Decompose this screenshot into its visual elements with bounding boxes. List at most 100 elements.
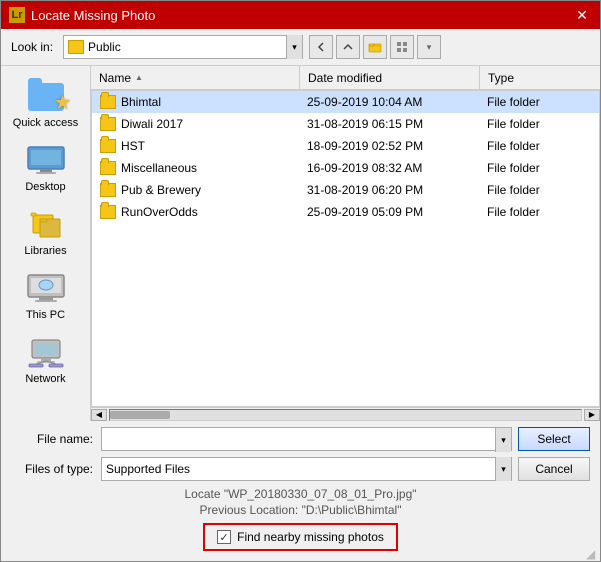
scroll-left-button[interactable]: ◀ — [91, 409, 107, 421]
file-name-cell: HST — [92, 135, 299, 156]
horizontal-scrollbar[interactable]: ◀ ▶ — [91, 407, 600, 421]
look-in-select[interactable]: Public ▾ — [63, 35, 303, 59]
table-row[interactable]: Diwali 2017 31-08-2019 06:15 PM File fol… — [92, 113, 599, 135]
folder-file-icon — [100, 205, 116, 219]
file-name-dropdown-arrow[interactable]: ▾ — [495, 428, 511, 452]
file-date-cell: 31-08-2019 06:15 PM — [299, 113, 479, 134]
new-folder-button[interactable] — [363, 35, 387, 59]
files-type-row: Files of type: Supported Files ▾ Cancel — [11, 457, 590, 481]
network-label: Network — [25, 373, 65, 385]
app-icon: Lr — [9, 7, 25, 23]
file-type-cell: File folder — [479, 135, 599, 156]
desktop-icon — [26, 143, 66, 179]
sidebar-item-libraries[interactable]: Libraries — [6, 202, 86, 262]
this-pc-icon — [26, 271, 66, 307]
file-name-cell: RunOverOdds — [92, 201, 299, 222]
table-row[interactable]: Bhimtal 25-09-2019 10:04 AM File folder — [92, 91, 599, 113]
network-icon — [26, 335, 66, 371]
file-date-cell: 16-09-2019 08:32 AM — [299, 157, 479, 178]
column-type[interactable]: Type — [480, 66, 600, 89]
file-name-input-container[interactable]: ▾ — [101, 427, 512, 451]
locate-missing-photo-dialog: Lr Locate Missing Photo ✕ Look in: Publi… — [0, 0, 601, 562]
file-name-row: File name: ▾ Select — [11, 427, 590, 451]
table-row[interactable]: Pub & Brewery 31-08-2019 06:20 PM File f… — [92, 179, 599, 201]
files-type-value: Supported Files — [102, 462, 495, 476]
files-type-label: Files of type: — [11, 462, 101, 476]
dialog-title: Locate Missing Photo — [31, 8, 572, 23]
libraries-label: Libraries — [24, 245, 66, 257]
file-name-cell: Diwali 2017 — [92, 113, 299, 134]
this-pc-svg — [27, 274, 65, 304]
this-pc-label: This PC — [26, 309, 65, 321]
file-type-cell: File folder — [479, 179, 599, 200]
files-type-select-container[interactable]: Supported Files ▾ — [101, 457, 512, 481]
libraries-svg — [27, 209, 65, 241]
file-list[interactable]: Bhimtal 25-09-2019 10:04 AM File folder … — [91, 90, 600, 407]
extra-button[interactable]: ▾ — [417, 35, 441, 59]
cancel-button[interactable]: Cancel — [518, 457, 590, 481]
sidebar-item-desktop[interactable]: Desktop — [6, 138, 86, 198]
locate-text: Locate "WP_20180330_07_08_01_Pro.jpg" — [11, 487, 590, 501]
back-button[interactable] — [309, 35, 333, 59]
look-in-label: Look in: — [11, 40, 53, 54]
look-in-dropdown-arrow[interactable]: ▾ — [286, 35, 302, 59]
desktop-svg — [27, 146, 65, 176]
sidebar-item-network[interactable]: Network — [6, 330, 86, 390]
file-type-cell: File folder — [479, 91, 599, 112]
file-name-cell: Bhimtal — [92, 91, 299, 112]
close-button[interactable]: ✕ — [572, 5, 592, 25]
scroll-right-button[interactable]: ▶ — [584, 409, 600, 421]
select-button[interactable]: Select — [518, 427, 590, 451]
quick-access-icon: ★ — [26, 79, 66, 115]
prev-location-text: Previous Location: "D:\Public\Bhimtal" — [11, 503, 590, 517]
folder-icon — [68, 40, 84, 54]
files-type-input-wrap: Supported Files ▾ Cancel — [101, 457, 590, 481]
file-name-cell: Pub & Brewery — [92, 179, 299, 200]
sidebar-item-this-pc[interactable]: This PC — [6, 266, 86, 326]
scrollbar-thumb[interactable] — [110, 411, 170, 419]
title-bar: Lr Locate Missing Photo ✕ — [1, 1, 600, 29]
folder-file-icon — [100, 117, 116, 131]
file-type-cell: File folder — [479, 201, 599, 222]
file-date-cell: 18-09-2019 02:52 PM — [299, 135, 479, 156]
table-row[interactable]: HST 18-09-2019 02:52 PM File folder — [92, 135, 599, 157]
quick-access-label: Quick access — [13, 117, 78, 129]
main-area: ★ Quick access Desktop — [1, 65, 600, 421]
libraries-icon — [26, 207, 66, 243]
views-button[interactable] — [390, 35, 414, 59]
file-name-input-wrap: ▾ Select — [101, 427, 590, 451]
file-date-cell: 31-08-2019 06:20 PM — [299, 179, 479, 200]
file-area: Name ▲ Date modified Type Bhimtal 25-0 — [91, 66, 600, 421]
table-row[interactable]: RunOverOdds 25-09-2019 05:09 PM File fol… — [92, 201, 599, 223]
sort-arrow: ▲ — [135, 73, 143, 82]
network-svg — [27, 338, 65, 368]
resize-handle[interactable]: ◢ — [586, 547, 598, 559]
folder-file-icon — [100, 183, 116, 197]
file-name-input[interactable] — [102, 428, 495, 450]
file-list-header: Name ▲ Date modified Type — [91, 66, 600, 90]
file-type-cell: File folder — [479, 157, 599, 178]
folder-file-icon — [100, 161, 116, 175]
bottom-controls: File name: ▾ Select Files of type: Suppo… — [1, 421, 600, 561]
column-date-modified[interactable]: Date modified — [300, 66, 480, 89]
up-button[interactable] — [336, 35, 360, 59]
toolbar: Look in: Public ▾ — [1, 29, 600, 65]
find-nearby-wrap: ✓ Find nearby missing photos — [11, 523, 590, 551]
files-type-dropdown-arrow[interactable]: ▾ — [495, 457, 511, 481]
folder-file-icon — [100, 95, 116, 109]
find-nearby-label: Find nearby missing photos — [237, 530, 384, 544]
file-name-label: File name: — [11, 432, 101, 446]
column-name[interactable]: Name ▲ — [91, 66, 300, 89]
desktop-label: Desktop — [25, 181, 65, 193]
folder-file-icon — [100, 139, 116, 153]
file-date-cell: 25-09-2019 05:09 PM — [299, 201, 479, 222]
nav-buttons: ▾ — [309, 35, 441, 59]
look-in-value: Public — [88, 40, 286, 54]
file-type-cell: File folder — [479, 113, 599, 134]
sidebar-item-quick-access[interactable]: ★ Quick access — [6, 74, 86, 134]
file-name-cell: Miscellaneous — [92, 157, 299, 178]
find-nearby-box[interactable]: ✓ Find nearby missing photos — [203, 523, 398, 551]
find-nearby-checkbox[interactable]: ✓ — [217, 530, 231, 544]
table-row[interactable]: Miscellaneous 16-09-2019 08:32 AM File f… — [92, 157, 599, 179]
scrollbar-track[interactable] — [109, 409, 582, 421]
